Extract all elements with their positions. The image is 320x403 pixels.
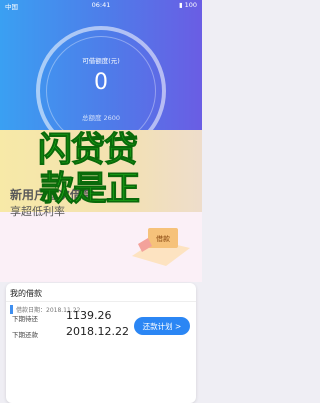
clock: 06:41 [91,1,111,9]
my-loan-title: 我的借款 [10,289,42,298]
banner-badge-text: 借款 [156,234,170,243]
total-limit-label: 总额度 2600 [81,114,121,122]
next-due-amount-value: 1139.26 [66,309,112,322]
promo-overlay-text-2: 款是正 [40,169,141,210]
next-due-date-label: 下期还款 [12,331,38,339]
repayment-plan-button[interactable]: 还款计划 > [134,317,190,335]
available-limit-label: 可借额度(元) [82,57,120,65]
banner-illustration-icon: 借款 [132,228,190,266]
card-divider [6,301,196,302]
next-due-date-value: 2018.12.22 [66,325,129,338]
available-limit-value: 0 [94,70,108,95]
status-bar: 中国 06:41 ▮ 100 [0,0,202,12]
battery-indicator: ▮ 100 [178,1,197,9]
